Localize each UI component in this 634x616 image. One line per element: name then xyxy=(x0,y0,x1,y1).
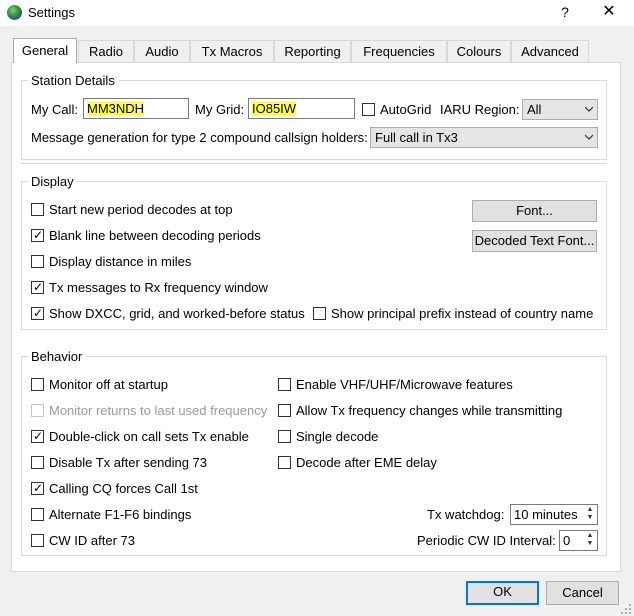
show-dxcc-label: Show DXCC, grid, and worked-before statu… xyxy=(49,306,305,321)
window-title: Settings xyxy=(28,5,75,20)
tab-colours[interactable]: Colours xyxy=(447,40,511,62)
cancel-button[interactable]: Cancel xyxy=(546,581,619,605)
station-details-title: Station Details xyxy=(28,73,118,88)
tab-audio[interactable]: Audio xyxy=(134,40,190,62)
monitor-off-checkbox[interactable] xyxy=(31,378,44,391)
disable-tx-label: Disable Tx after sending 73 xyxy=(49,455,208,470)
app-globe-icon xyxy=(7,5,22,20)
vhf-uhf-checkbox[interactable] xyxy=(278,378,291,391)
cw-id-interval-value: 0 xyxy=(563,533,571,548)
font-button[interactable]: Font... xyxy=(472,200,597,222)
check-icon: ✓ xyxy=(33,481,44,495)
blank-line-label: Blank line between decoding periods xyxy=(49,228,261,243)
chevron-down-icon xyxy=(585,134,593,140)
check-icon: ✓ xyxy=(33,429,44,443)
tab-frequencies[interactable]: Frequencies xyxy=(351,40,447,62)
disable-tx-checkbox[interactable] xyxy=(31,456,44,469)
double-click-checkbox[interactable]: ✓ xyxy=(31,429,44,443)
tx-watchdog-value: 10 minutes xyxy=(514,507,578,522)
my-grid-input[interactable]: IO85IW xyxy=(248,98,355,119)
tx-watchdog-label: Tx watchdog: xyxy=(427,507,505,522)
start-new-period-label: Start new period decodes at top xyxy=(49,202,233,217)
spin-arrows[interactable]: ▲ ▼ xyxy=(584,506,596,523)
decode-eme-label: Decode after EME delay xyxy=(296,455,437,470)
distance-miles-checkbox[interactable] xyxy=(31,255,44,268)
title-bar xyxy=(0,0,634,26)
spin-down-icon[interactable]: ▼ xyxy=(584,514,596,522)
tx-messages-rx-checkbox[interactable]: ✓ xyxy=(31,280,44,294)
close-button[interactable]: ✕ xyxy=(598,1,620,23)
monitor-off-label: Monitor off at startup xyxy=(49,377,168,392)
station-details-group xyxy=(21,80,607,160)
double-click-label: Double-click on call sets Tx enable xyxy=(49,429,249,444)
spin-arrows[interactable]: ▲ ▼ xyxy=(584,532,596,549)
monitor-returns-label: Monitor returns to last used frequency xyxy=(49,403,268,418)
my-grid-label: My Grid: xyxy=(195,102,245,117)
spin-up-icon[interactable]: ▲ xyxy=(584,506,596,514)
start-new-period-checkbox[interactable] xyxy=(31,203,44,216)
ok-button[interactable]: OK xyxy=(466,581,539,605)
my-grid-value: IO85IW xyxy=(252,101,297,116)
blank-line-checkbox[interactable]: ✓ xyxy=(31,228,44,242)
check-icon: ✓ xyxy=(33,306,44,320)
msg-gen-value: Full call in Tx3 xyxy=(375,130,458,145)
check-icon: ✓ xyxy=(33,280,44,294)
behavior-title: Behavior xyxy=(28,349,86,364)
principal-prefix-label: Show principal prefix instead of country… xyxy=(331,306,594,321)
cw-id-interval-label: Periodic CW ID Interval: xyxy=(417,533,556,548)
display-title: Display xyxy=(28,174,77,189)
cw-id-label: CW ID after 73 xyxy=(49,533,135,548)
monitor-returns-checkbox xyxy=(31,404,44,417)
tab-general[interactable]: General xyxy=(13,38,77,63)
cw-id-checkbox[interactable] xyxy=(31,534,44,547)
iaru-region-value: All xyxy=(527,102,542,117)
show-dxcc-checkbox[interactable]: ✓ xyxy=(31,306,44,320)
alternate-bindings-label: Alternate F1-F6 bindings xyxy=(49,507,192,522)
chevron-down-icon xyxy=(585,106,593,112)
check-icon: ✓ xyxy=(33,228,44,242)
allow-tx-freq-checkbox[interactable] xyxy=(278,404,291,417)
tab-reporting[interactable]: Reporting xyxy=(274,40,351,62)
alternate-bindings-checkbox[interactable] xyxy=(31,508,44,521)
my-call-label: My Call: xyxy=(31,102,78,117)
autogrid-label: AutoGrid xyxy=(380,102,432,117)
calling-cq-checkbox[interactable]: ✓ xyxy=(31,481,44,495)
tab-tx-macros[interactable]: Tx Macros xyxy=(190,40,274,62)
my-call-value: MM3NDH xyxy=(87,101,145,116)
vhf-uhf-label: Enable VHF/UHF/Microwave features xyxy=(296,377,513,392)
decoded-text-font-button[interactable]: Decoded Text Font... xyxy=(472,230,597,252)
single-decode-label: Single decode xyxy=(296,429,379,444)
cw-id-interval-spinbox[interactable]: 0 ▲ ▼ xyxy=(559,530,598,551)
tx-watchdog-spinbox[interactable]: 10 minutes ▲ ▼ xyxy=(510,504,598,525)
calling-cq-label: Calling CQ forces Call 1st xyxy=(49,481,198,496)
single-decode-checkbox[interactable] xyxy=(278,430,291,443)
spin-up-icon[interactable]: ▲ xyxy=(584,532,596,540)
msg-gen-label: Message generation for type 2 compound c… xyxy=(31,130,368,145)
autogrid-checkbox[interactable] xyxy=(362,103,375,116)
distance-miles-label: Display distance in miles xyxy=(49,254,192,269)
help-button[interactable]: ? xyxy=(555,2,575,22)
tab-radio[interactable]: Radio xyxy=(78,40,134,62)
resize-grip-icon[interactable] xyxy=(620,603,632,615)
principal-prefix-checkbox[interactable] xyxy=(313,307,326,320)
allow-tx-freq-label: Allow Tx frequency changes while transmi… xyxy=(296,403,563,418)
my-call-input[interactable]: MM3NDH xyxy=(83,98,189,119)
divider xyxy=(21,163,607,164)
iaru-region-label: IARU Region: xyxy=(440,102,520,117)
decode-eme-checkbox[interactable] xyxy=(278,456,291,469)
tab-advanced[interactable]: Advanced xyxy=(511,40,589,62)
msg-gen-select[interactable]: Full call in Tx3 xyxy=(370,127,598,148)
spin-down-icon[interactable]: ▼ xyxy=(584,540,596,548)
tx-messages-rx-label: Tx messages to Rx frequency window xyxy=(49,280,268,295)
iaru-region-select[interactable]: All xyxy=(522,99,598,120)
